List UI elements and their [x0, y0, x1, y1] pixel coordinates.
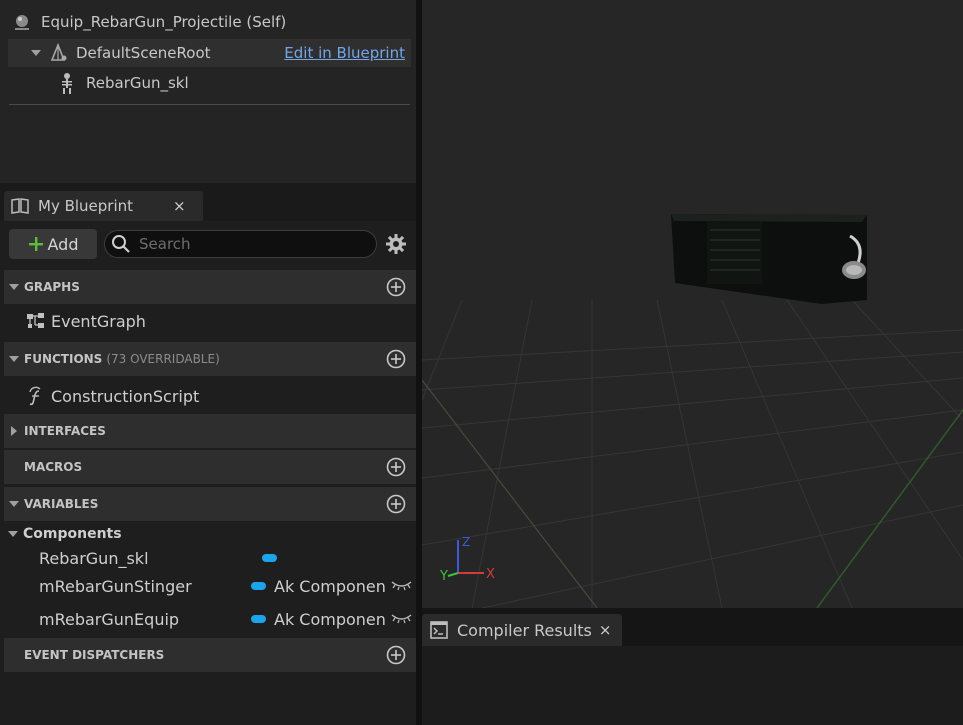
add-circle-icon[interactable] [386, 645, 406, 665]
viewport-canvas: Z X Y [422, 214, 963, 608]
viewport[interactable]: Z X Y [422, 0, 963, 608]
variable-row[interactable]: RebarGun_skl [0, 545, 416, 573]
variable-row[interactable]: mRebarGunEquip Ak Componen [0, 606, 416, 634]
tab-my-blueprint-label: My Blueprint [38, 197, 134, 215]
close-icon[interactable]: × [599, 621, 612, 639]
variable-name: mRebarGunStinger [39, 577, 192, 596]
search-box[interactable] [104, 230, 377, 258]
gear-icon[interactable] [385, 233, 407, 255]
axis-z-label: Z [462, 535, 470, 549]
tree-divider [9, 104, 410, 105]
tree-item-default-scene-root[interactable]: DefaultSceneRoot Edit in Blueprint [8, 39, 411, 67]
add-circle-icon[interactable] [386, 349, 406, 369]
add-circle-icon[interactable] [386, 457, 406, 477]
chevron-down-icon[interactable] [4, 282, 24, 292]
section-event-dispatchers[interactable]: EVENT DISPATCHERS [4, 638, 416, 672]
chevron-down-icon[interactable] [4, 354, 24, 364]
components-panel: Equip_RebarGun_Projectile (Self) Default… [0, 0, 416, 183]
chevron-down-icon[interactable] [4, 499, 24, 509]
actor-sphere-icon [15, 15, 29, 30]
viewport-floor-grid [422, 299, 963, 608]
variable-type-pill[interactable] [251, 582, 266, 590]
search-input[interactable] [139, 235, 359, 253]
axis-y-label: Y [439, 569, 448, 584]
section-macros-label: MACROS [24, 460, 83, 474]
tree-item-root-label: DefaultSceneRoot [76, 44, 211, 62]
add-button[interactable]: Add [9, 229, 97, 259]
add-button-label: Add [47, 234, 79, 254]
variable-type-pill[interactable] [251, 615, 266, 623]
skeleton-icon [62, 73, 72, 94]
section-graphs[interactable]: GRAPHS [4, 270, 416, 304]
variable-type-label: Ak Componen [274, 577, 386, 596]
axis-gizmo: Z X Y [439, 535, 495, 584]
tab-compiler-results-label: Compiler Results [457, 620, 592, 640]
section-event-dispatchers-label: EVENT DISPATCHERS [24, 648, 165, 662]
section-variables[interactable]: VARIABLES [4, 487, 416, 521]
add-circle-icon[interactable] [386, 494, 406, 514]
section-macros[interactable]: MACROS [4, 450, 416, 484]
add-circle-icon[interactable] [386, 277, 406, 297]
axis-x-label: X [486, 567, 495, 582]
section-functions[interactable]: FUNCTIONS (73 OVERRIDABLE) [4, 342, 416, 376]
variable-type-pill[interactable] [262, 554, 277, 562]
chevron-right-icon[interactable] [4, 425, 24, 437]
tree-item-self[interactable]: Equip_RebarGun_Projectile (Self) [12, 8, 286, 36]
chevron-down-icon[interactable] [7, 529, 19, 539]
graph-icon [27, 313, 44, 328]
compiler-results-body [422, 646, 963, 725]
section-functions-label: FUNCTIONS [24, 352, 103, 366]
console-icon [430, 621, 448, 639]
book-icon [11, 198, 29, 214]
visibility-eye-icon[interactable] [391, 579, 412, 591]
variable-row[interactable]: mRebarGunStinger Ak Componen [0, 573, 416, 601]
tab-compiler-results[interactable]: Compiler Results × [422, 614, 622, 646]
scene-root-icon [50, 43, 67, 61]
tree-item-self-label: Equip_RebarGun_Projectile (Self) [41, 13, 287, 31]
section-interfaces[interactable]: INTERFACES [4, 414, 416, 448]
graph-item-eventgraph[interactable]: EventGraph [26, 306, 146, 336]
graph-item-label: EventGraph [51, 311, 146, 331]
chevron-down-icon[interactable] [30, 48, 42, 58]
plus-icon [28, 237, 43, 251]
function-icon [29, 386, 41, 406]
variable-name: RebarGun_skl [39, 549, 149, 568]
functions-overridable-count: (73 OVERRIDABLE) [106, 352, 220, 366]
variable-type-label: Ak Componen [274, 610, 386, 629]
section-graphs-label: GRAPHS [24, 280, 80, 294]
tree-item-skl-label: RebarGun_skl [86, 74, 189, 92]
variable-category-components[interactable]: Components [7, 524, 122, 544]
close-icon[interactable]: × [173, 197, 186, 215]
search-icon [112, 235, 130, 253]
tree-item-rebargun-skl[interactable]: RebarGun_skl [58, 69, 189, 97]
tab-my-blueprint[interactable]: My Blueprint × [4, 191, 203, 221]
variable-category-label: Components [23, 526, 122, 542]
section-variables-label: VARIABLES [24, 497, 99, 511]
variable-name: mRebarGunEquip [39, 610, 180, 629]
function-item-constructionscript[interactable]: ConstructionScript [26, 381, 199, 411]
section-interfaces-label: INTERFACES [24, 424, 106, 438]
function-item-label: ConstructionScript [51, 386, 200, 406]
rebar-gun-mesh[interactable] [671, 214, 867, 304]
visibility-eye-icon[interactable] [391, 612, 412, 624]
edit-in-blueprint-link[interactable]: Edit in Blueprint [284, 44, 405, 62]
